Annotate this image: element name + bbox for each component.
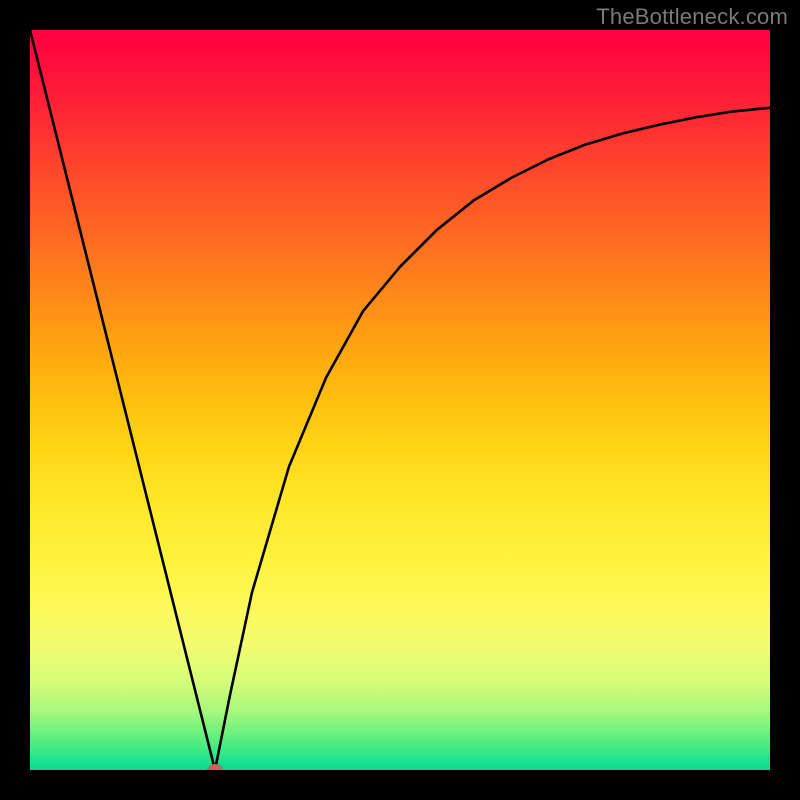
curve-layer [30, 30, 770, 770]
plot-area [30, 30, 770, 770]
vertex-marker [208, 764, 222, 770]
chart-frame: TheBottleneck.com [0, 0, 800, 800]
bottleneck-curve [30, 30, 770, 770]
watermark-text: TheBottleneck.com [596, 4, 788, 30]
